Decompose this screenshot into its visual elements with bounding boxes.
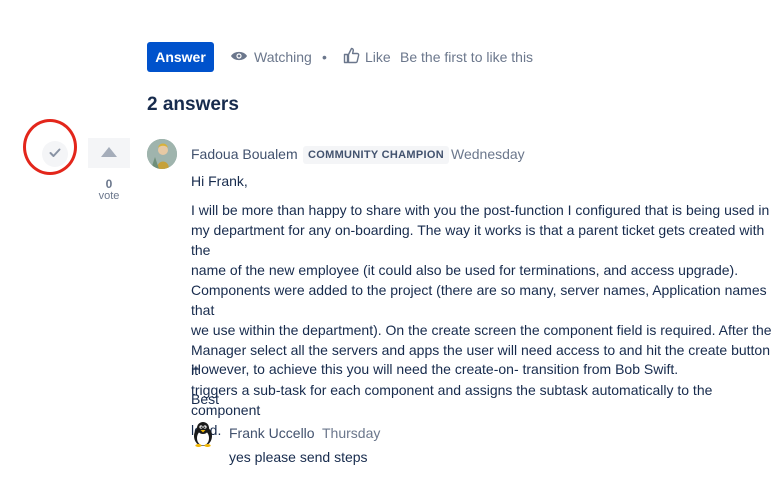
separator-dot: •	[322, 49, 327, 65]
like-button[interactable]: Like	[343, 47, 391, 67]
like-hint-text: Be the first to like this	[400, 49, 534, 65]
eye-icon	[230, 49, 248, 65]
reply-author[interactable]: Frank Uccello	[229, 425, 315, 441]
community-champion-badge: COMMUNITY CHAMPION	[303, 146, 449, 164]
vote-count: 0	[105, 177, 113, 191]
answer-paragraph-2: However, to achieve this you will need t…	[191, 361, 679, 377]
answers-heading: 2 answers	[147, 94, 239, 115]
upvote-button[interactable]	[88, 138, 130, 168]
checkmark-icon	[49, 145, 61, 163]
thumbs-up-icon	[343, 47, 360, 67]
author-name[interactable]: Fadoua Boualem	[191, 146, 298, 162]
answer-line: my department for any on-boarding. The w…	[191, 222, 765, 258]
like-label: Like	[365, 49, 391, 65]
answer-line: name of the new employee (it could also …	[191, 262, 739, 278]
answer-greeting: Hi Frank,	[191, 173, 248, 189]
reply-avatar[interactable]	[191, 421, 215, 447]
reply-text: yes please send steps	[229, 449, 368, 465]
upvote-triangle-icon	[101, 144, 117, 162]
answer-line: I will be more than happy to share with …	[191, 202, 770, 218]
author-avatar[interactable]	[147, 139, 177, 169]
watching-label: Watching	[254, 49, 312, 65]
accept-answer-button[interactable]	[42, 141, 68, 167]
reply-date: Thursday	[322, 425, 381, 441]
watching-toggle[interactable]: Watching	[230, 47, 312, 67]
answer-button[interactable]: Answer	[147, 42, 214, 72]
answer-date: Wednesday	[451, 146, 525, 162]
answer-line: Components were added to the project (th…	[191, 282, 767, 318]
answer-line: we use within the department). On the cr…	[191, 322, 772, 338]
vote-label: vote	[98, 190, 120, 202]
answer-signoff: Best	[191, 391, 220, 407]
